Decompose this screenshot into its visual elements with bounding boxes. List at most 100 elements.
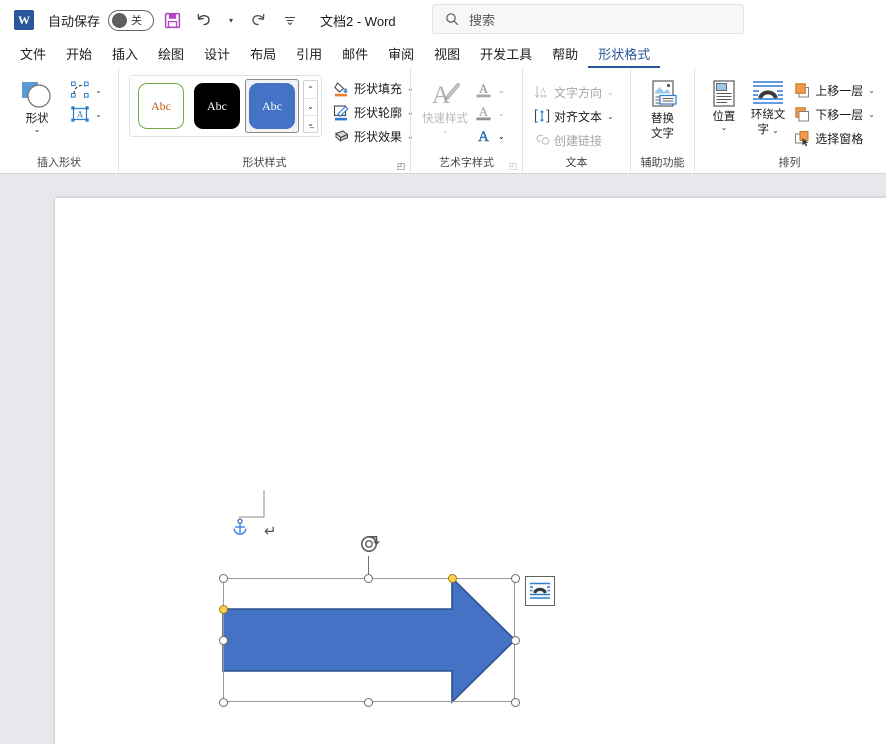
- align-text-icon: [534, 109, 550, 123]
- ribbon-group-text: A 文字方向 ⌄ 对齐文本 ⌄ 创建链接 文本: [522, 68, 630, 173]
- wrap-text-button[interactable]: 环绕文 字 ⌄: [749, 75, 787, 137]
- tab-draw[interactable]: 绘图: [148, 42, 194, 68]
- tab-view[interactable]: 视图: [424, 42, 470, 68]
- send-backward-button[interactable]: 下移一层 ⌄: [791, 103, 878, 125]
- shape-outline-button[interactable]: 形状轮廓 ⌄: [330, 101, 417, 123]
- chevron-down-icon: ⌄: [33, 125, 41, 134]
- layout-options-button[interactable]: [525, 576, 555, 606]
- text-outline-icon: A: [476, 104, 491, 120]
- ribbon-group-accessibility: 替换 文字 辅助功能: [630, 68, 694, 173]
- gallery-more[interactable]: ⌄̲: [304, 114, 317, 132]
- svg-text:A: A: [479, 81, 489, 96]
- alt-text-button[interactable]: 替换 文字: [639, 75, 687, 141]
- search-box[interactable]: 搜索: [432, 4, 744, 34]
- resize-handle-top-right[interactable]: [511, 574, 520, 583]
- ribbon-group-insert-shapes: 形状 ⌄ ⌄ A ⌄ 插入形状: [0, 68, 118, 173]
- text-effects-icon: A: [478, 128, 489, 144]
- adjust-handle-body-thickness[interactable]: [219, 605, 228, 614]
- resize-handle-top-left[interactable]: [219, 574, 228, 583]
- group-label-insert-shapes: 插入形状: [37, 157, 81, 169]
- tab-file[interactable]: 文件: [10, 42, 56, 68]
- position-button[interactable]: 位置 ⌄: [703, 75, 745, 132]
- tab-help[interactable]: 帮助: [542, 42, 588, 68]
- undo-dropdown[interactable]: ▾: [222, 6, 240, 34]
- resize-handle-bottom-right[interactable]: [511, 698, 520, 707]
- ribbon-tabs: 文件 开始 插入 绘图 设计 布局 引用 邮件 审阅 视图 开发工具 帮助 形状…: [0, 40, 886, 68]
- redo-button[interactable]: [244, 6, 272, 34]
- text-direction-label: 文字方向: [554, 85, 603, 100]
- gallery-scroll-up[interactable]: ⌃: [304, 81, 317, 98]
- draw-text-box-button[interactable]: A ⌄: [67, 103, 105, 125]
- shape-styles-gallery[interactable]: Abc Abc Abc ⌃ ⌄ ⌄̲: [129, 75, 322, 137]
- shape-selection-box: [223, 578, 515, 702]
- tab-mailings[interactable]: 邮件: [332, 42, 378, 68]
- bring-forward-button[interactable]: 上移一层 ⌄: [791, 79, 878, 101]
- tab-insert[interactable]: 插入: [102, 42, 148, 68]
- bring-forward-label: 上移一层: [815, 83, 864, 98]
- text-fill-icon: A: [476, 81, 491, 97]
- create-link-label: 创建链接: [554, 133, 603, 148]
- alt-text-icon: [651, 80, 677, 107]
- group-label-accessibility: 辅助功能: [640, 157, 685, 169]
- chevron-down-icon: ⌄: [498, 108, 505, 118]
- resize-handle-middle-right[interactable]: [511, 636, 520, 645]
- shape-effects-button[interactable]: 形状效果 ⌄: [330, 125, 417, 147]
- document-area[interactable]: ↵: [0, 175, 886, 744]
- tab-references[interactable]: 引用: [286, 42, 332, 68]
- tab-review[interactable]: 审阅: [378, 42, 424, 68]
- group-label-shape-styles: 形状样式: [242, 157, 287, 169]
- create-link-icon: [536, 134, 550, 145]
- customize-quick-access-icon: [284, 16, 296, 26]
- resize-handle-bottom-center[interactable]: [364, 698, 373, 707]
- tab-layout[interactable]: 布局: [240, 42, 286, 68]
- edit-shape-button[interactable]: ⌄: [67, 79, 105, 101]
- shape-style-thumb-2[interactable]: Abc: [194, 83, 240, 129]
- quick-styles-label: 快速样式: [422, 113, 468, 125]
- shape-style-thumb-1[interactable]: Abc: [138, 83, 184, 129]
- align-text-button[interactable]: 对齐文本 ⌄: [531, 105, 617, 127]
- shape-outline-label: 形状轮廓: [354, 105, 403, 120]
- text-effects-button[interactable]: A ⌄: [475, 125, 505, 147]
- selection-pane-icon: [795, 130, 809, 146]
- tab-design[interactable]: 设计: [194, 42, 240, 68]
- resize-handle-bottom-left[interactable]: [219, 698, 228, 707]
- customize-quick-access-toolbar-button[interactable]: [276, 6, 304, 34]
- edit-shape-icon: [71, 81, 89, 98]
- search-icon: [446, 13, 459, 26]
- quick-styles-icon: A: [432, 82, 461, 109]
- adjust-handle-arrowhead-width[interactable]: [448, 574, 457, 583]
- quick-styles-button[interactable]: A 快速样式 ⌄: [417, 75, 473, 135]
- shape-style-thumb-3-selected[interactable]: Abc: [245, 79, 299, 133]
- text-outline-button[interactable]: A ⌄: [475, 102, 505, 124]
- undo-button[interactable]: [190, 6, 218, 34]
- shape-styles-dialog-launcher[interactable]: ◰: [395, 160, 407, 172]
- selection-pane-button[interactable]: 选择窗格: [791, 127, 878, 149]
- save-icon: [164, 12, 180, 28]
- shapes-button[interactable]: 形状 ⌄: [13, 75, 61, 134]
- text-fill-button[interactable]: A ⌄: [475, 79, 505, 101]
- wrap-text-label-line2: 字: [757, 124, 769, 136]
- chevron-down-icon: ⌄: [607, 111, 614, 121]
- tab-shape-format[interactable]: 形状格式: [588, 42, 661, 68]
- shape-fill-button[interactable]: 形状填充 ⌄: [330, 77, 417, 99]
- word-logo-icon: W: [14, 10, 34, 30]
- chevron-down-icon: ⌄: [95, 85, 102, 95]
- save-button[interactable]: [158, 6, 186, 34]
- wordart-styles-dialog-launcher[interactable]: ◰: [507, 160, 519, 172]
- gallery-scroll-arrows[interactable]: ⌃ ⌄ ⌄̲: [303, 79, 318, 133]
- resize-handle-middle-left[interactable]: [219, 636, 228, 645]
- svg-text:A: A: [540, 86, 546, 95]
- tab-developer[interactable]: 开发工具: [470, 42, 542, 68]
- text-direction-button[interactable]: A 文字方向 ⌄: [531, 81, 617, 103]
- document-page[interactable]: ↵: [55, 198, 886, 744]
- autosave-toggle[interactable]: 关: [108, 9, 155, 31]
- autosave-toggle-knob: [112, 12, 128, 28]
- gallery-scroll-down[interactable]: ⌄: [304, 97, 317, 115]
- group-label-text: 文本: [565, 157, 588, 169]
- create-link-button[interactable]: 创建链接: [531, 129, 617, 151]
- ribbon-group-wordart-styles: A 快速样式 ⌄ A ⌄ A ⌄ A ⌄ 艺术字样式 ◰: [410, 68, 522, 173]
- position-icon: [713, 80, 735, 107]
- resize-handle-top-center[interactable]: [364, 574, 373, 583]
- tab-home[interactable]: 开始: [56, 42, 102, 68]
- align-text-label: 对齐文本: [554, 109, 603, 124]
